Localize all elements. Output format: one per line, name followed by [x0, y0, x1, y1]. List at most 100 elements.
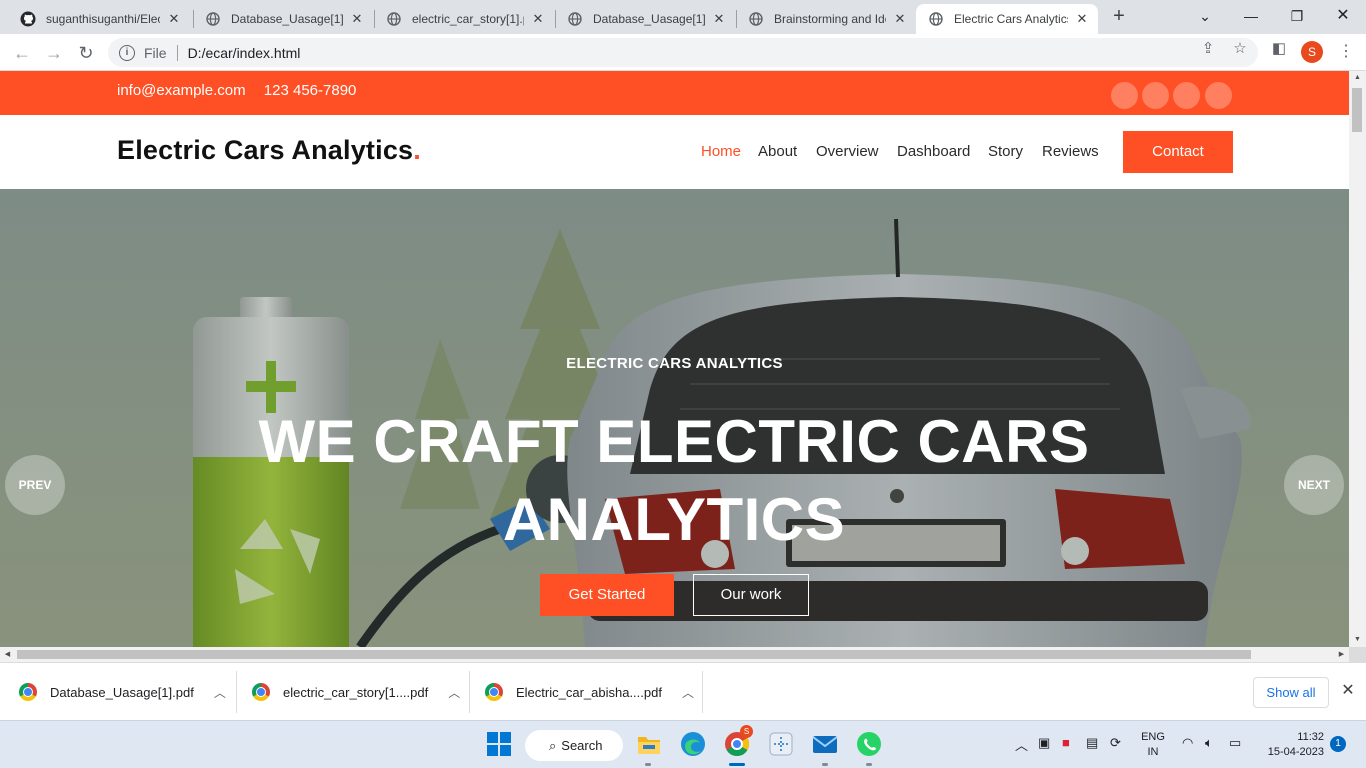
- nav-home[interactable]: Home: [701, 143, 741, 160]
- linkedin-icon[interactable]: [1205, 82, 1232, 109]
- download-item[interactable]: Database_Uasage[1].pdf ︿: [19, 663, 235, 721]
- brand-name: Electric Cars Analytics: [117, 135, 414, 165]
- horizontal-scrollbar[interactable]: ◀ ▶: [0, 647, 1349, 662]
- download-divider: [702, 671, 703, 713]
- reload-icon[interactable]: ↻: [75, 42, 97, 64]
- download-item[interactable]: electric_car_story[1....pdf ︿: [252, 663, 468, 721]
- facebook-icon[interactable]: [1142, 82, 1169, 109]
- chevron-up-icon[interactable]: ︿: [682, 684, 694, 701]
- notification-badge[interactable]: 1: [1330, 736, 1346, 752]
- edge-browser-icon[interactable]: [680, 731, 706, 757]
- minimize-icon[interactable]: —: [1236, 6, 1266, 26]
- contact-button[interactable]: Contact: [1123, 131, 1233, 173]
- browser-toolbar: ← → ↻ i File D:/ecar/index.html ⇪ ☆ ◧: [0, 34, 1366, 71]
- window-close-icon[interactable]: ✕: [1328, 6, 1358, 26]
- volume-icon[interactable]: 🔈︎: [1205, 735, 1213, 751]
- horizontal-scroll-thumb[interactable]: [17, 650, 1251, 659]
- page-viewport: info@example.com 123 456-7890 Electric C…: [0, 71, 1349, 647]
- taskbar-search[interactable]: ⌕ Search: [525, 730, 623, 761]
- bookmark-star-icon[interactable]: ☆: [1231, 40, 1249, 58]
- close-icon[interactable]: ✕: [711, 11, 727, 27]
- whatsapp-icon[interactable]: [856, 731, 882, 757]
- running-indicator: [822, 763, 828, 766]
- next-slide-button[interactable]: NEXT: [1284, 455, 1344, 515]
- tray-sync-icon[interactable]: ⟳: [1110, 735, 1121, 751]
- our-work-button[interactable]: Our work: [693, 574, 809, 616]
- side-panel-icon[interactable]: ◧: [1270, 40, 1288, 58]
- back-arrow-icon[interactable]: ←: [11, 42, 33, 64]
- prev-slide-button[interactable]: PREV: [5, 455, 65, 515]
- address-bar[interactable]: i File D:/ecar/index.html: [108, 38, 1258, 67]
- url-divider: [176, 44, 178, 61]
- tray-app-icon[interactable]: ▣: [1038, 735, 1050, 751]
- language-indicator[interactable]: ENG IN: [1140, 730, 1166, 760]
- globe-icon: [928, 11, 944, 27]
- language-code: ENG: [1141, 731, 1165, 743]
- browser-tab-brainstorming[interactable]: Brainstorming and Ide ✕: [736, 4, 916, 34]
- browser-tab-electric-cars-analytics[interactable]: Electric Cars Analytics ✕: [916, 4, 1098, 34]
- scroll-right-arrow-icon[interactable]: ▶: [1334, 647, 1349, 662]
- topbar-phone[interactable]: 123 456-7890: [264, 82, 357, 99]
- browser-tab-github[interactable]: suganthisuganthi/Elec ✕: [8, 4, 190, 34]
- nav-story[interactable]: Story: [988, 143, 1023, 160]
- site-info-icon[interactable]: i: [119, 44, 135, 61]
- mail-icon[interactable]: [812, 731, 838, 757]
- menu-kebab-icon[interactable]: ⋮: [1338, 42, 1354, 62]
- get-started-button[interactable]: Get Started: [540, 574, 674, 616]
- browser-tab-database-usage-2[interactable]: Database_Uasage[1].p ✕: [555, 4, 735, 34]
- wifi-icon[interactable]: ◠: [1182, 735, 1193, 751]
- chrome-icon[interactable]: S: [724, 725, 753, 757]
- tray-recorder-icon[interactable]: ■: [1062, 735, 1070, 750]
- close-icon[interactable]: ✕: [892, 11, 908, 27]
- browser-tab-electric-car-story[interactable]: electric_car_story[1].p ✕: [374, 4, 554, 34]
- browser-tab-database-usage[interactable]: Database_Uasage[1].p ✕: [193, 4, 373, 34]
- site-logo[interactable]: Electric Cars Analytics.: [117, 135, 421, 166]
- forward-arrow-icon[interactable]: →: [43, 42, 65, 64]
- chevron-up-icon[interactable]: ︿: [214, 684, 226, 701]
- scroll-down-arrow-icon[interactable]: ▼: [1349, 633, 1366, 647]
- tray-overflow-chevron-icon[interactable]: ︿: [1015, 735, 1028, 754]
- nav-reviews[interactable]: Reviews: [1042, 143, 1099, 160]
- nav-overview[interactable]: Overview: [816, 143, 879, 160]
- running-indicator: [645, 763, 651, 766]
- battery-icon[interactable]: ▭: [1229, 735, 1241, 751]
- system-clock[interactable]: 11:32 15-04-2023: [1262, 730, 1324, 760]
- topbar-email[interactable]: info@example.com: [117, 82, 246, 99]
- vertical-scroll-thumb[interactable]: [1352, 88, 1362, 132]
- download-divider: [236, 671, 237, 713]
- instagram-icon[interactable]: [1173, 82, 1200, 109]
- nav-about[interactable]: About: [758, 143, 797, 160]
- twitter-icon[interactable]: [1111, 82, 1138, 109]
- site-topbar: info@example.com 123 456-7890: [0, 71, 1349, 115]
- new-tab-plus-icon[interactable]: +: [1108, 6, 1130, 28]
- share-icon[interactable]: ⇪: [1199, 40, 1217, 58]
- close-icon[interactable]: ✕: [1074, 11, 1090, 27]
- download-item[interactable]: Electric_car_abisha....pdf ︿: [485, 663, 701, 721]
- scroll-up-arrow-icon[interactable]: ▲: [1349, 71, 1366, 85]
- topbar-contact: info@example.com 123 456-7890: [117, 82, 370, 99]
- chevron-up-icon[interactable]: ︿: [448, 684, 460, 701]
- hero-slider: ELECTRIC CARS ANALYTICS WE CRAFT ELECTRI…: [0, 189, 1349, 647]
- close-icon[interactable]: ✕: [530, 11, 546, 27]
- tab-search-chevron-icon[interactable]: ⌄: [1190, 6, 1220, 26]
- vertical-scrollbar[interactable]: ▲ ▼: [1349, 71, 1366, 647]
- windows-start-icon[interactable]: [486, 731, 512, 757]
- tab-title: Database_Uasage[1].p: [593, 12, 705, 26]
- globe-icon: [205, 11, 221, 27]
- show-all-downloads-button[interactable]: Show all: [1253, 677, 1329, 708]
- snipping-tool-icon[interactable]: [768, 731, 794, 757]
- close-icon[interactable]: ✕: [1339, 682, 1357, 700]
- tray-display-icon[interactable]: ▤: [1086, 735, 1098, 751]
- url-text[interactable]: D:/ecar/index.html: [188, 45, 301, 61]
- close-icon[interactable]: ✕: [166, 11, 182, 27]
- pdf-file-icon: [19, 683, 37, 701]
- profile-avatar[interactable]: S: [1301, 41, 1323, 63]
- nav-dashboard[interactable]: Dashboard: [897, 143, 970, 160]
- scroll-left-arrow-icon[interactable]: ◀: [0, 647, 15, 662]
- file-explorer-icon[interactable]: [636, 731, 662, 757]
- search-icon: ⌕: [549, 737, 557, 753]
- site-header: Electric Cars Analytics. Home About Over…: [0, 115, 1349, 189]
- maximize-icon[interactable]: ❐: [1282, 6, 1312, 26]
- language-region: IN: [1147, 746, 1159, 758]
- close-icon[interactable]: ✕: [349, 11, 365, 27]
